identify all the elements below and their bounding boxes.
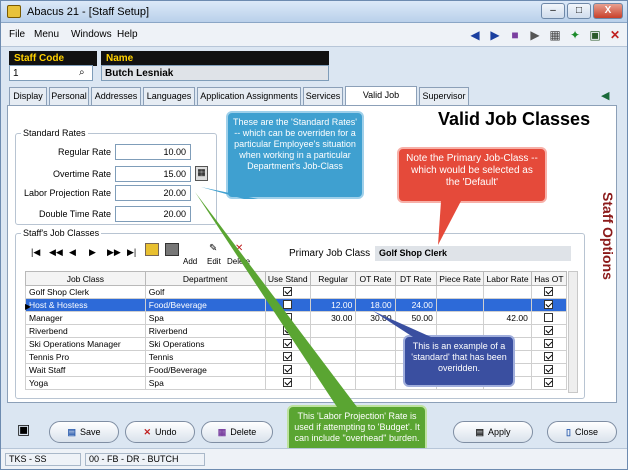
delete-icon: ▦ bbox=[217, 427, 227, 437]
save-button[interactable]: ▤ Save bbox=[49, 421, 119, 443]
save-label: Save bbox=[80, 427, 101, 437]
close-button[interactable]: ▯ Close bbox=[547, 421, 617, 443]
callout-primary-pointer bbox=[438, 201, 461, 245]
delete-button[interactable]: ▦ Delete bbox=[201, 421, 273, 443]
status-right: 00 - FB - DR - BUTCH bbox=[85, 453, 205, 466]
grid-toggle-icon[interactable]: ▣ bbox=[17, 421, 30, 438]
callout-override-pointer bbox=[373, 311, 431, 337]
callout-pointers bbox=[195, 187, 461, 407]
app-window: Abacus 21 - [Staff Setup] – □ X File Men… bbox=[0, 0, 628, 470]
callout-labor-pointer bbox=[195, 192, 357, 407]
door-icon: ▯ bbox=[566, 427, 571, 437]
delete-label: Delete bbox=[230, 427, 257, 437]
undo-icon: ✕ bbox=[143, 427, 152, 437]
undo-button[interactable]: ✕ Undo bbox=[125, 421, 195, 443]
apply-label: Apply bbox=[488, 427, 511, 437]
close-label: Close bbox=[574, 427, 598, 437]
save-icon: ▤ bbox=[67, 427, 76, 437]
status-bar: TKS - SS 00 - FB - DR - BUTCH bbox=[1, 448, 627, 469]
status-left: TKS - SS bbox=[5, 453, 81, 466]
apply-button[interactable]: ▤ Apply bbox=[453, 421, 533, 443]
callout-standard-pointer bbox=[201, 187, 258, 199]
undo-label: Undo bbox=[155, 427, 177, 437]
apply-icon: ▤ bbox=[475, 427, 484, 437]
